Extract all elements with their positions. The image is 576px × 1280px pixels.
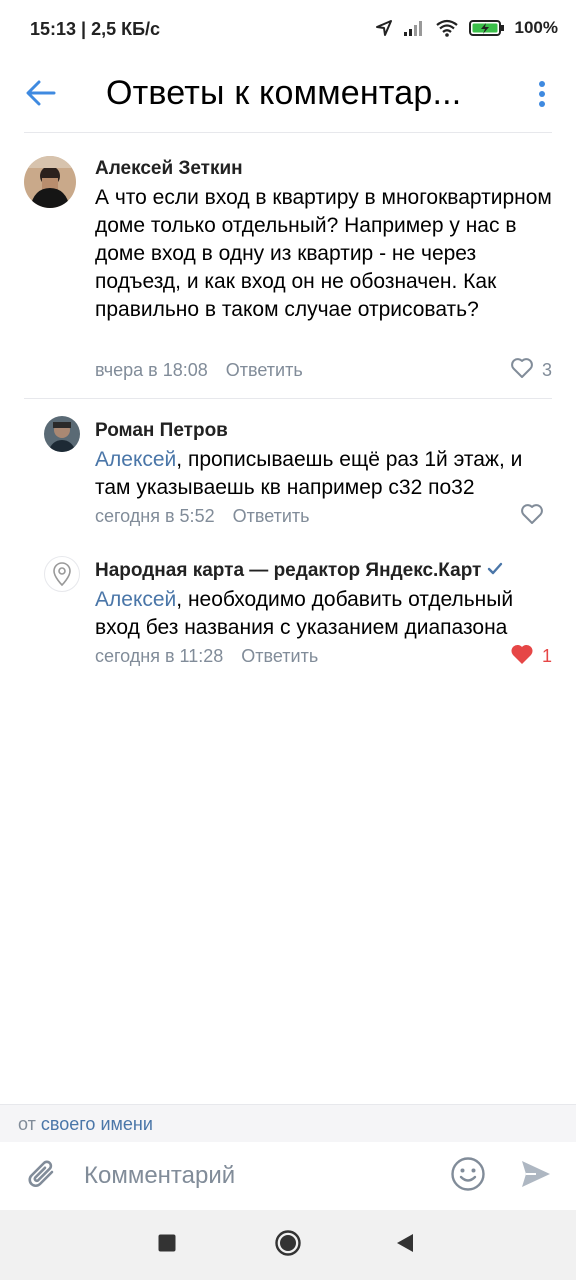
comment-meta: вчера в 18:08 Ответить [95, 360, 303, 381]
like-count: 3 [541, 360, 552, 380]
wifi-icon [435, 19, 459, 37]
avatar[interactable] [44, 416, 80, 452]
header-divider [24, 132, 552, 133]
send-icon [520, 1159, 552, 1194]
comment-item: Народная карта — редактор Яндекс.Карт Ал… [0, 552, 576, 672]
attach-button[interactable] [22, 1154, 62, 1198]
comment-time: сегодня в 11:28 [95, 646, 224, 666]
square-icon [158, 1234, 176, 1257]
comment-time: сегодня в 5:52 [95, 506, 215, 526]
heart-outline-icon [520, 503, 544, 530]
comment-text: А что если вход в квартиру в многокварти… [95, 184, 555, 324]
comment-divider [24, 398, 552, 399]
more-vertical-icon [538, 80, 546, 113]
battery-percent: 100% [514, 18, 558, 37]
location-arrow-icon [375, 19, 393, 37]
post-as-prefix: от [18, 1114, 36, 1134]
paperclip-icon [26, 1156, 58, 1197]
back-button[interactable] [18, 72, 64, 118]
comment-item: Алексей Зеткин А что если вход в квартир… [0, 150, 576, 395]
comment-meta: сегодня в 5:52 Ответить [95, 506, 310, 527]
mention-link[interactable]: Алексей [95, 588, 176, 611]
status-bar: 15:13 | 2,5 КБ/с 100% [0, 0, 576, 62]
verified-check-icon [487, 560, 503, 582]
comment-time: вчера в 18:08 [95, 360, 208, 380]
post-as-bar: от своего имени [0, 1104, 576, 1142]
author-name: Народная карта — редактор Яндекс.Карт [95, 560, 482, 582]
comment-meta: сегодня в 11:28 Ответить [95, 646, 318, 667]
comment-author[interactable]: Роман Петров [95, 420, 228, 442]
like-button[interactable] [520, 503, 552, 530]
arrow-left-icon [26, 80, 56, 111]
post-as-text: от своего имени [18, 1114, 153, 1135]
battery-charging-icon [468, 19, 505, 37]
reply-button[interactable]: Ответить [241, 646, 318, 666]
comment-author[interactable]: Алексей Зеткин [95, 158, 243, 180]
avatar[interactable] [44, 556, 80, 592]
circle-icon [274, 1229, 302, 1262]
comment-body: А что если вход в квартиру в многокварти… [95, 186, 552, 321]
post-as-link[interactable]: своего имени [41, 1114, 153, 1134]
app-header: Ответы к комментар... [0, 62, 576, 132]
mention-link[interactable]: Алексей [95, 448, 176, 471]
comment-composer [0, 1142, 576, 1210]
comment-author[interactable]: Народная карта — редактор Яндекс.Карт [95, 560, 503, 582]
status-icons: 100% [375, 18, 558, 38]
send-button[interactable] [516, 1156, 556, 1196]
reply-button[interactable]: Ответить [233, 506, 310, 526]
system-nav-bar [0, 1210, 576, 1280]
comment-item: Роман Петров Алексей, прописываешь ещё р… [0, 412, 576, 532]
triangle-left-icon [396, 1233, 414, 1258]
more-options-button[interactable] [530, 74, 554, 118]
page-title: Ответы к комментар... [106, 74, 462, 112]
back-nav-button[interactable] [388, 1228, 422, 1262]
status-time-speed: 15:13 | 2,5 КБ/с [30, 19, 161, 39]
signal-icon [403, 19, 425, 37]
reply-button[interactable]: Ответить [226, 360, 303, 380]
heart-outline-icon [510, 357, 534, 384]
emoji-icon [450, 1156, 486, 1197]
emoji-button[interactable] [448, 1156, 488, 1196]
home-button[interactable] [271, 1228, 305, 1262]
comment-input[interactable] [84, 1154, 414, 1198]
comment-text: Алексей, прописываешь ещё раз 1й этаж, и… [95, 446, 555, 502]
heart-filled-icon [510, 643, 534, 670]
like-button[interactable]: 3 [510, 357, 552, 384]
avatar[interactable] [24, 156, 76, 208]
comment-text: Алексей, необходимо добавить отдельный в… [95, 586, 555, 642]
recent-apps-button[interactable] [150, 1228, 184, 1262]
like-count: 1 [541, 646, 552, 666]
like-button[interactable]: 1 [510, 643, 552, 670]
